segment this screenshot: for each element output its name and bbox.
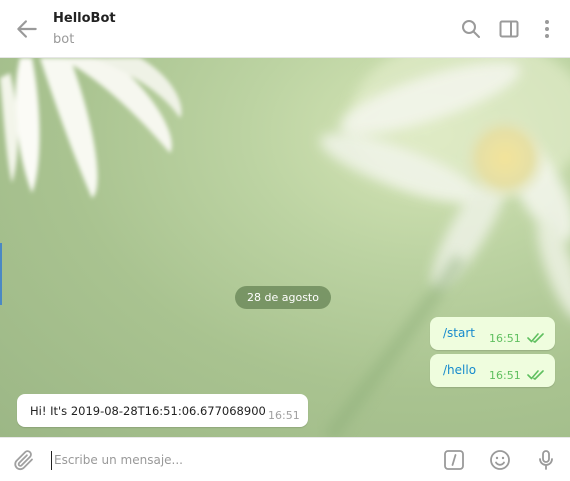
message-text: Hi! It's 2019-08-28T16:51:06.677068900 — [30, 404, 266, 418]
outgoing-message[interactable]: /start 16:51 — [430, 317, 555, 350]
search-icon[interactable] — [459, 17, 483, 41]
chat-header: HelloBot bot — [0, 0, 570, 58]
paperclip-icon[interactable] — [12, 448, 36, 472]
smile-icon[interactable] — [488, 448, 512, 472]
microphone-icon[interactable] — [534, 448, 558, 472]
outgoing-message[interactable]: /hello 16:51 — [430, 354, 555, 387]
back-arrow-icon[interactable] — [14, 16, 40, 42]
message-command-link[interactable]: /hello — [443, 363, 476, 377]
date-separator: 28 de agosto — [235, 286, 331, 309]
chat-subtitle: bot — [53, 32, 75, 47]
slash-command-icon[interactable] — [442, 448, 466, 472]
left-edge-indicator — [0, 243, 2, 305]
double-check-icon — [527, 333, 544, 343]
double-check-icon — [527, 370, 544, 380]
message-command-link[interactable]: /start — [443, 326, 475, 340]
message-time: 16:51 — [489, 369, 521, 382]
side-panel-icon[interactable] — [497, 17, 521, 41]
message-time: 16:51 — [268, 409, 300, 422]
text-cursor — [51, 451, 52, 470]
more-vertical-icon[interactable] — [535, 17, 559, 41]
chat-title[interactable]: HelloBot — [53, 11, 116, 26]
composer-bar — [0, 437, 570, 481]
message-time: 16:51 — [489, 332, 521, 345]
chat-area: 28 de agosto /start 16:51 /hello 16:51 H… — [0, 58, 570, 437]
message-input[interactable] — [54, 449, 414, 471]
incoming-message[interactable]: Hi! It's 2019-08-28T16:51:06.677068900 1… — [17, 394, 308, 427]
